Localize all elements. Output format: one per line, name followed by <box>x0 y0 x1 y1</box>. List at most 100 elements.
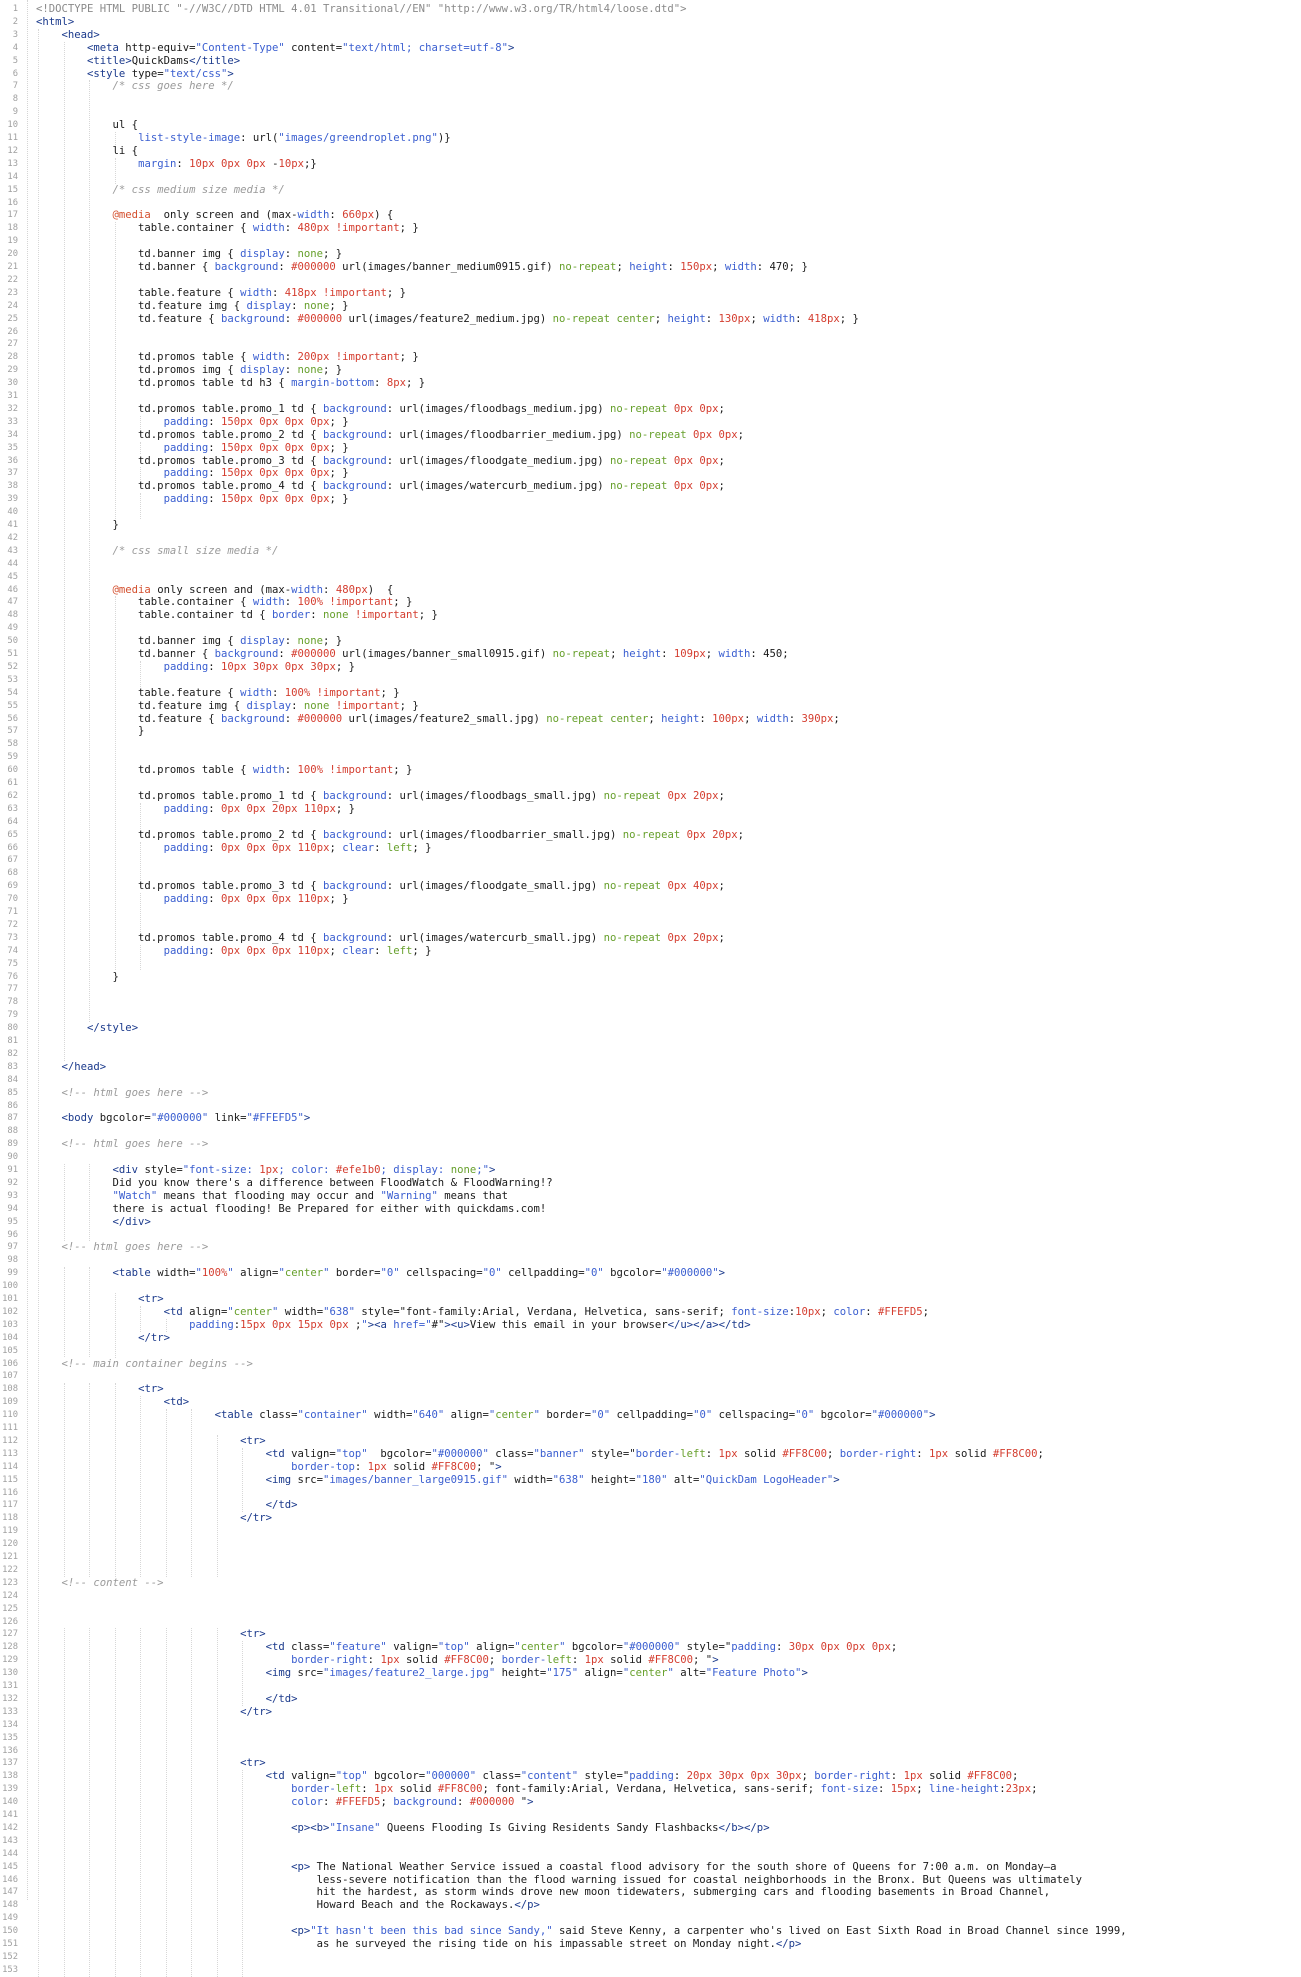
code-line[interactable]: /* css medium size media */ <box>36 184 285 196</box>
code-line[interactable]: <table class="container" width="640" ali… <box>36 1409 936 1421</box>
code-line[interactable]: td.promos table.promo_4 td { background:… <box>36 932 725 944</box>
code-line[interactable]: <tr> <box>36 1383 164 1395</box>
line-number: 118 <box>2 1513 18 1524</box>
code-line[interactable]: padding: 0px 0px 0px 110px; clear: left;… <box>36 945 432 957</box>
code-line[interactable]: @media only screen and (max-width: 480px… <box>36 584 394 596</box>
code-line[interactable]: td.promos table.promo_3 td { background:… <box>36 880 725 892</box>
code-line[interactable]: } <box>36 971 119 983</box>
code-line[interactable]: border-right: 1px solid #FF8C00; border-… <box>36 1654 718 1666</box>
code-line[interactable]: <title>QuickDams</title> <box>36 55 240 67</box>
code-line[interactable]: td.feature img { display: none !importan… <box>36 700 419 712</box>
code-line[interactable]: </style> <box>36 1022 138 1034</box>
code-line[interactable]: <!DOCTYPE HTML PUBLIC "-//W3C//DTD HTML … <box>36 3 687 15</box>
code-line[interactable]: <style type="text/css"> <box>36 68 234 80</box>
code-line[interactable]: <img src="images/banner_large0915.gif" w… <box>36 1474 840 1486</box>
code-line[interactable]: <p><b>"Insane" Queens Flooding Is Giving… <box>36 1822 769 1834</box>
code-line[interactable]: <meta http-equiv="Content-Type" content=… <box>36 42 514 54</box>
code-line[interactable]: </div> <box>36 1216 151 1228</box>
code-line[interactable]: <p> The National Weather Service issued … <box>36 1861 1056 1873</box>
code-line[interactable]: </tr> <box>36 1706 272 1718</box>
code-line[interactable]: padding:15px 0px 15px 0px ;"><a href="#"… <box>36 1319 751 1331</box>
code-line[interactable]: <tr> <box>36 1628 266 1640</box>
code-line[interactable]: <html> <box>36 16 74 28</box>
code-line[interactable]: list-style-image: url("images/greendropl… <box>36 132 451 144</box>
code-line[interactable]: td.promos table.promo_1 td { background:… <box>36 403 725 415</box>
code-line[interactable]: </td> <box>36 1693 298 1705</box>
code-line[interactable]: padding: 0px 0px 0px 110px; clear: left;… <box>36 842 432 854</box>
line-number: 67 <box>7 855 18 866</box>
code-line[interactable]: <p>"It hasn't been this bad since Sandy,… <box>36 1925 1127 1937</box>
code-line[interactable]: } <box>36 725 144 737</box>
code-line[interactable]: </tr> <box>36 1512 272 1524</box>
code-line[interactable]: hit the hardest, as storm winds drove ne… <box>36 1886 1050 1898</box>
line-number: 29 <box>7 365 18 376</box>
code-line[interactable]: table.container td { border: none !impor… <box>36 609 438 621</box>
code-line[interactable]: ul { <box>36 119 139 131</box>
code-line[interactable]: <!-- main container begins --> <box>36 1358 253 1370</box>
code-line[interactable]: less-severe notification than the flood … <box>36 1874 1082 1886</box>
code-line[interactable]: </td> <box>36 1499 298 1511</box>
code-line[interactable]: td.feature { background: #000000 url(ima… <box>36 713 840 725</box>
code-line[interactable]: <head> <box>36 29 100 41</box>
code-line[interactable]: td.feature { background: #000000 url(ima… <box>36 313 859 325</box>
code-line[interactable]: <td valign="top" bgcolor="000000" class=… <box>36 1770 1019 1782</box>
code-line[interactable]: padding: 150px 0px 0px 0px; } <box>36 467 349 479</box>
code-line[interactable]: table.feature { width: 100% !important; … <box>36 687 400 699</box>
code-line[interactable]: Did you know there's a difference betwee… <box>36 1177 553 1189</box>
code-line[interactable]: color: #FFEFD5; background: #000000 "> <box>36 1796 533 1808</box>
code-line[interactable]: padding: 150px 0px 0px 0px; } <box>36 416 349 428</box>
code-line[interactable]: padding: 0px 0px 20px 110px; } <box>36 803 355 815</box>
code-line[interactable]: <tr> <box>36 1757 266 1769</box>
code-line[interactable]: td.promos table.promo_3 td { background:… <box>36 455 725 467</box>
code-line[interactable]: <td align="center" width="638" style="fo… <box>36 1306 930 1318</box>
code-line[interactable]: padding: 10px 30px 0px 30px; } <box>36 661 355 673</box>
code-line[interactable]: there is actual flooding! Be Prepared fo… <box>36 1203 547 1215</box>
code-line[interactable]: Howard Beach and the Rockaways.</p> <box>36 1899 540 1911</box>
code-line[interactable]: border-left: 1px solid #FF8C00; font-fam… <box>36 1783 1037 1795</box>
code-line[interactable]: td.promos table td h3 { margin-bottom: 8… <box>36 377 425 389</box>
code-line[interactable]: td.promos table.promo_4 td { background:… <box>36 480 725 492</box>
code-line[interactable]: table.container { width: 100% !important… <box>36 596 412 608</box>
code-line[interactable]: padding: 0px 0px 0px 110px; } <box>36 893 349 905</box>
code-line[interactable]: <!-- html goes here --> <box>36 1087 209 1099</box>
code-line[interactable]: /* css goes here */ <box>36 80 234 92</box>
code-line[interactable]: </tr> <box>36 1332 170 1344</box>
code-editor[interactable]: 1 <!DOCTYPE HTML PUBLIC "-//W3C//DTD HTML… <box>0 0 1301 1977</box>
code-line[interactable]: <div style="font-size: 1px; color: #efe1… <box>36 1164 496 1176</box>
code-line[interactable]: <!-- content --> <box>36 1577 164 1589</box>
code-line[interactable]: <td valign="top" bgcolor="#000000" class… <box>36 1448 1044 1460</box>
code-line[interactable]: <tr> <box>36 1435 266 1447</box>
code-line[interactable]: </head> <box>36 1061 107 1073</box>
code-line[interactable]: <!-- html goes here --> <box>36 1138 209 1150</box>
code-line[interactable]: td.banner img { display: none; } <box>36 248 342 260</box>
code-line[interactable]: <body bgcolor="#000000" link="#FFEFD5"> <box>36 1112 311 1124</box>
code-line[interactable]: td.promos table.promo_2 td { background:… <box>36 829 744 841</box>
code-line[interactable]: <table width="100%" align="center" borde… <box>36 1267 725 1279</box>
code-line[interactable]: td.promos img { display: none; } <box>36 364 342 376</box>
code-line[interactable]: td.feature img { display: none; } <box>36 300 349 312</box>
code-line[interactable]: td.promos table.promo_1 td { background:… <box>36 790 725 802</box>
code-line[interactable]: } <box>36 519 119 531</box>
code-line[interactable]: <td class="feature" valign="top" align="… <box>36 1641 898 1653</box>
code-line[interactable]: td.banner img { display: none; } <box>36 635 342 647</box>
code-line[interactable]: padding: 150px 0px 0px 0px; } <box>36 442 349 454</box>
code-line[interactable]: <tr> <box>36 1293 164 1305</box>
code-line[interactable]: table.container { width: 480px !importan… <box>36 222 419 234</box>
code-line[interactable]: td.promos table.promo_2 td { background:… <box>36 429 744 441</box>
code-line[interactable]: <!-- html goes here --> <box>36 1241 209 1253</box>
code-line[interactable]: as he surveyed the rising tide on his im… <box>36 1938 802 1950</box>
code-line[interactable]: table.feature { width: 418px !important;… <box>36 287 406 299</box>
code-line[interactable]: <img src="images/feature2_large.jpg" hei… <box>36 1667 808 1679</box>
code-line[interactable]: td.banner { background: #000000 url(imag… <box>36 261 808 273</box>
code-line[interactable]: li { <box>36 145 139 157</box>
code-line[interactable]: <td> <box>36 1396 190 1408</box>
code-line[interactable]: "Watch" means that flooding may occur an… <box>36 1190 508 1202</box>
code-line[interactable]: td.promos table { width: 200px !importan… <box>36 351 419 363</box>
code-line[interactable]: td.promos table { width: 100% !important… <box>36 764 412 776</box>
code-line[interactable]: margin: 10px 0px 0px -10px;} <box>36 158 317 170</box>
code-line[interactable]: /* css small size media */ <box>36 545 279 557</box>
code-line[interactable]: td.banner { background: #000000 url(imag… <box>36 648 789 660</box>
code-line[interactable]: padding: 150px 0px 0px 0px; } <box>36 493 349 505</box>
code-line[interactable]: @media only screen and (max-width: 660px… <box>36 209 394 221</box>
code-line[interactable]: border-top: 1px solid #FF8C00; "> <box>36 1461 502 1473</box>
